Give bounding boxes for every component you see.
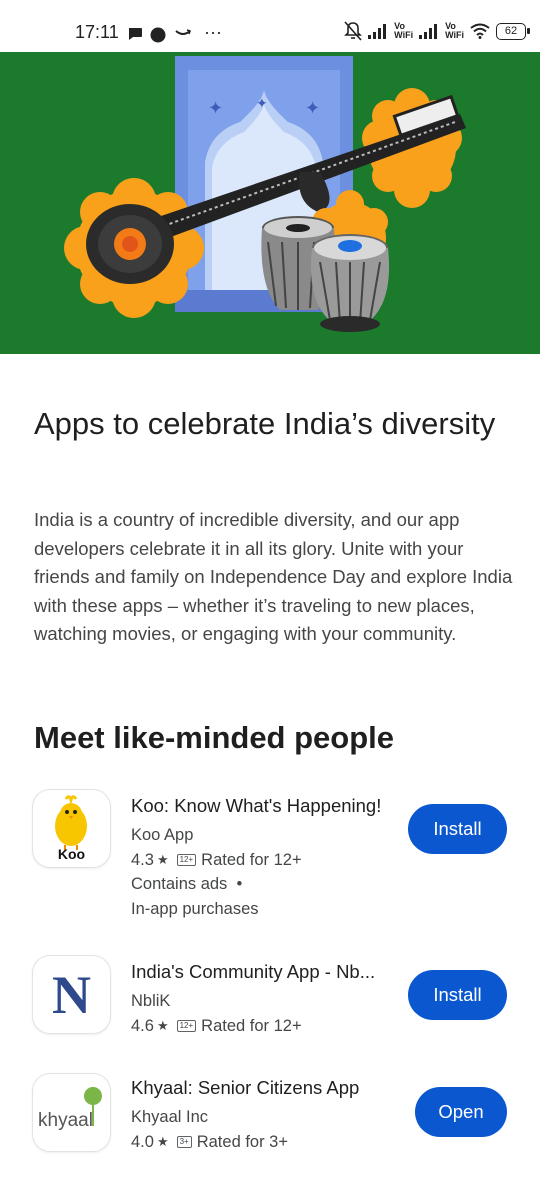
vowifi-label: Vo WiFi bbox=[445, 21, 464, 40]
app-developer: Khyaal Inc bbox=[131, 1108, 209, 1126]
app-developer: NbliK bbox=[131, 992, 171, 1010]
amazon-icon bbox=[175, 29, 191, 35]
collection-banner: ✦ ✦ ✦ bbox=[0, 52, 540, 354]
collection-description: India is a country of incredible diversi… bbox=[34, 509, 513, 644]
more-notifications-icon: ··· bbox=[204, 22, 222, 42]
svg-text:✦: ✦ bbox=[208, 98, 223, 119]
install-button[interactable]: Install bbox=[408, 970, 507, 1020]
age-rating-text: Rated for 12+ bbox=[201, 1017, 302, 1035]
status-icons: Vo WiFi Vo WiFi 62 bbox=[344, 18, 530, 44]
app-name: Khyaal: Senior Citizens App bbox=[131, 1077, 360, 1098]
contains-ads-label: Contains ads • bbox=[131, 875, 243, 893]
svg-text:✦: ✦ bbox=[305, 98, 320, 119]
app-rating-row: 4.0 ★ 3+ Rated for 3+ bbox=[131, 1130, 396, 1154]
age-rating-badge-icon: 12+ bbox=[176, 1020, 197, 1032]
collection-title: Apps to celebrate India’s diversity bbox=[34, 406, 496, 441]
install-button[interactable]: Install bbox=[408, 804, 507, 854]
app-info: India's Community App - Nb... NbliK 4.6 … bbox=[131, 960, 396, 1038]
vowifi-label: Vo WiFi bbox=[394, 21, 414, 40]
app-rating: 4.0 bbox=[131, 1133, 154, 1151]
signal-icon bbox=[368, 24, 387, 39]
app-rating: 4.6 bbox=[131, 1017, 154, 1035]
app-info: Koo: Know What's Happening! Koo App 4.3 … bbox=[131, 794, 396, 922]
app-developer: Koo App bbox=[131, 826, 194, 844]
star-icon: ★ bbox=[156, 1018, 169, 1033]
khyaal-logo-text: khyaal bbox=[38, 1110, 93, 1131]
banner-illustration: ✦ ✦ ✦ bbox=[64, 56, 466, 332]
svg-text:✦: ✦ bbox=[256, 96, 268, 112]
nblik-logo-letter: N bbox=[52, 965, 91, 1025]
app-name: India's Community App - Nb... bbox=[131, 961, 376, 982]
circle-app-icon bbox=[150, 27, 166, 43]
age-rating-text: Rated for 3+ bbox=[196, 1133, 288, 1151]
age-rating-badge-icon: 3+ bbox=[176, 1136, 192, 1148]
wifi-icon bbox=[470, 23, 490, 39]
koo-app-icon[interactable]: Koo bbox=[33, 790, 110, 867]
mute-icon bbox=[344, 21, 363, 41]
in-app-purchases-label: In-app purchases bbox=[131, 900, 259, 918]
app-name: Koo: Know What's Happening! bbox=[131, 795, 382, 816]
message-icon bbox=[128, 28, 142, 40]
app-rating-row: 4.3 ★ 12+ Rated for 12+ bbox=[131, 848, 396, 872]
app-rating: 4.3 bbox=[131, 851, 154, 869]
koo-logo-text: Koo bbox=[57, 846, 86, 862]
star-icon: ★ bbox=[156, 1134, 169, 1149]
age-rating-text: Rated for 12+ bbox=[201, 851, 302, 869]
status-time: 17:11 bbox=[75, 22, 119, 42]
app-info: Khyaal: Senior Citizens App Khyaal Inc 4… bbox=[131, 1076, 396, 1154]
app-rating-row: 4.6 ★ 12+ Rated for 12+ bbox=[131, 1014, 396, 1038]
star-icon: ★ bbox=[156, 852, 169, 867]
section-title: Meet like-minded people bbox=[34, 720, 395, 755]
age-rating-badge-icon: 12+ bbox=[176, 854, 197, 866]
khyaal-app-icon[interactable]: khyaal bbox=[33, 1074, 110, 1151]
signal-icon bbox=[419, 24, 438, 39]
open-button[interactable]: Open bbox=[415, 1087, 507, 1137]
nblik-app-icon[interactable]: N bbox=[33, 956, 110, 1033]
status-bar: 17:11 ··· Vo WiFi Vo WiFi 62 bbox=[0, 0, 540, 52]
battery-indicator: 62 bbox=[496, 22, 530, 40]
